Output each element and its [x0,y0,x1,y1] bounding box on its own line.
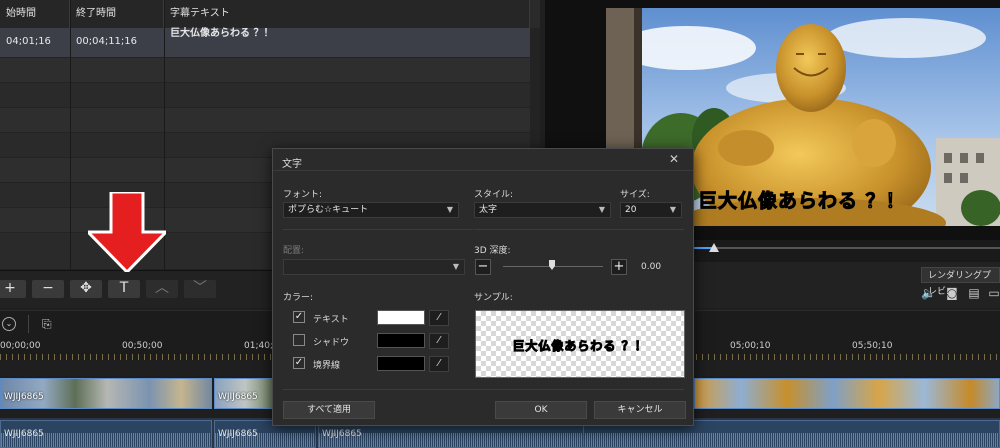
ruler-label: 05;00;10 [730,341,771,351]
audio-clip[interactable]: WJIJ6865 [0,420,212,448]
size-select-value: 20 [625,205,637,215]
dropdown-arrow-icon: ▼ [446,205,453,214]
audio-waveform [319,433,999,447]
eyedropper-icon[interactable]: ⁄ [429,310,449,326]
align-label: 配置: [283,246,305,256]
align-select[interactable]: ▼ [283,259,465,275]
seek-track[interactable] [695,247,1000,249]
table-row[interactable] [0,58,540,83]
dropdown-arrow-icon: ▼ [598,205,605,214]
apply-all-button[interactable]: すべて適用 [283,401,375,419]
shadow-color-swatch[interactable] [377,333,425,348]
render-preview-button[interactable]: レンダリングプレビ... [921,267,1000,297]
font-label: フォント: [283,190,323,200]
table-row[interactable]: 04;01;16 00;04;11;16 巨大仏像あらわる ？！ [0,28,540,58]
toolbar-divider [28,315,29,333]
style-label: スタイル: [474,190,514,200]
clip-name: WJIJ6865 [322,429,362,439]
video-clip[interactable]: WJIJ6865 [214,378,274,409]
ruler-label: 05;50;10 [852,341,893,351]
red-arrow-icon [88,192,166,272]
row-end-time: 00;04;11;16 [76,36,138,47]
subtitle-editor-window: 始時間 終了時間 字幕テキスト 04;01;16 00;04;11;16 巨大仏… [0,0,1000,448]
border-label: 境界線 [313,361,341,371]
clip-name: WJIJ6865 [218,429,258,439]
seek-handle[interactable] [709,243,719,252]
video-clip[interactable] [694,378,1000,409]
style-select-value: 太字 [479,205,498,215]
color-label: カラー: [283,293,314,303]
border-checkbox[interactable]: ✓ [293,357,305,369]
font-select-value: ポプらむ☆キュート [288,205,369,215]
dropdown-arrow-icon: ▼ [669,205,676,214]
depth-value: 0.00 [641,262,662,272]
preview-subtitle: 巨大仏像あらわる ？！ [698,190,906,213]
text-color-checkbox[interactable]: ✓ [293,311,305,323]
dialog-titlebar[interactable]: 文字 ✕ [273,149,693,171]
column-header-end-time[interactable]: 終了時間 [70,0,164,28]
sample-preview: 巨大仏像あらわる ？！ [475,310,685,378]
sample-label: サンプル: [474,293,513,303]
chevron-down-icon[interactable]: ⌄ [2,317,16,331]
eyedropper-icon[interactable]: ⁄ [429,333,449,349]
fullscreen-icon[interactable]: ▭ [987,286,1000,300]
ruler-label: 00;50;00 [122,341,163,351]
section-divider [474,229,684,230]
clip-name: WJIJ6865 [4,392,44,402]
video-clip[interactable]: WJIJ6865 [0,378,212,409]
text-style-dialog: 文字 ✕ フォント: ポプらむ☆キュート ▼ スタイル: 太字 ▼ サイズ: 2… [272,148,694,426]
style-select[interactable]: 太字 ▼ [474,202,611,218]
depth-increase-button[interactable]: + [611,259,627,275]
column-header-start-time[interactable]: 始時間 [0,0,70,28]
row-subtitle-text: 巨大仏像あらわる ？！ [170,28,274,39]
snapshot-icon[interactable]: ◙ [945,286,959,300]
sample-text: 巨大仏像あらわる ？！ [512,339,648,354]
clip-thumbnails [695,379,999,408]
size-label: サイズ: [620,190,650,200]
ok-button[interactable]: OK [495,401,587,419]
ruler-label: 00;00;00 [0,341,41,351]
column-divider [70,0,71,270]
text-color-swatch[interactable] [377,310,425,325]
table-row[interactable] [0,108,540,133]
text-color-label: テキスト [313,315,349,325]
cancel-button[interactable]: キャンセル [594,401,686,419]
shadow-label: シャドウ [313,338,350,348]
table-row[interactable] [0,83,540,108]
close-icon[interactable]: ✕ [669,152,679,166]
settings-icon[interactable]: ▤ [967,286,981,300]
font-select[interactable]: ポプらむ☆キュート ▼ [283,202,459,218]
section-divider [283,389,684,390]
row-start-time: 04;01;16 [6,36,51,47]
depth-slider-thumb[interactable] [549,260,555,270]
eyedropper-icon[interactable]: ⁄ [429,356,449,372]
add-subtitle-button[interactable]: + [0,280,26,298]
shadow-checkbox[interactable] [293,334,305,346]
insert-icon[interactable]: ⎘ [42,317,52,332]
clip-name: WJIJ6865 [218,392,258,402]
volume-icon[interactable]: 🔈 [921,286,936,300]
depth-label: 3D 深度: [474,246,511,256]
move-subtitle-button[interactable]: ✥ [70,280,102,298]
move-up-button[interactable]: ︿ [146,280,178,298]
move-down-button[interactable]: ﹀ [184,280,216,298]
dropdown-arrow-icon: ▼ [452,262,459,271]
remove-subtitle-button[interactable]: − [32,280,64,298]
text-format-button[interactable]: T [108,280,140,298]
section-divider [283,229,473,230]
dialog-title: 文字 [282,159,302,170]
size-select[interactable]: 20 ▼ [620,202,682,218]
clip-name: WJIJ6865 [4,429,44,439]
border-color-swatch[interactable] [377,356,425,371]
depth-decrease-button[interactable]: − [475,259,491,275]
